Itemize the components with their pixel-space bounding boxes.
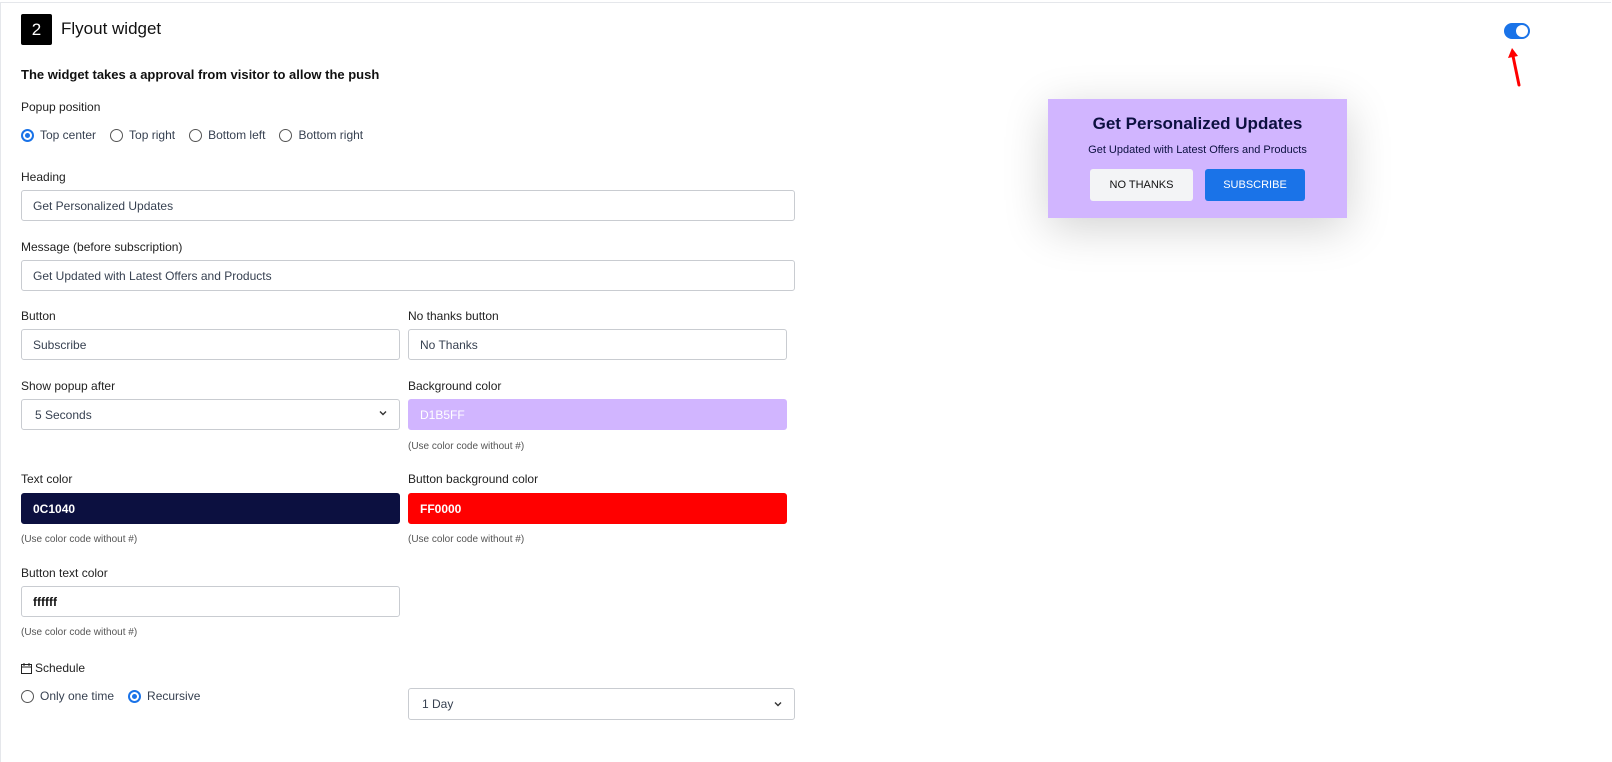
radio-bottom-left[interactable]: Bottom left <box>189 128 265 142</box>
button-label: Button <box>21 309 56 323</box>
schedule-interval-select[interactable]: 1 Day <box>408 688 795 720</box>
popup-position-group: Top center Top right Bottom left Bottom … <box>21 128 377 142</box>
text-color-label: Text color <box>21 472 73 486</box>
button-text-color-hint: (Use color code without #) <box>21 627 138 638</box>
chevron-down-icon <box>379 411 387 416</box>
calendar-icon <box>21 662 32 674</box>
text-color-hint: (Use color code without #) <box>21 534 138 545</box>
preview-no-thanks-button[interactable]: NO THANKS <box>1090 169 1193 201</box>
radio-recursive[interactable]: Recursive <box>128 689 200 703</box>
button-text-color-label: Button text color <box>21 566 108 580</box>
schedule-heading: Schedule <box>21 661 85 675</box>
button-text-input[interactable]: Subscribe <box>21 329 400 360</box>
background-color-hint: (Use color code without #) <box>408 441 525 452</box>
radio-top-right[interactable]: Top right <box>110 128 175 142</box>
widget-settings-panel <box>0 2 1611 762</box>
heading-input[interactable]: Get Personalized Updates <box>21 190 795 221</box>
text-color-input[interactable]: 0C1040 <box>21 493 400 524</box>
radio-only-one-time[interactable]: Only one time <box>21 689 114 703</box>
annotation-arrow-icon <box>1508 48 1521 87</box>
button-text-color-input[interactable]: ffffff <box>21 586 400 617</box>
radio-button[interactable] <box>279 128 293 142</box>
preview-subscribe-button[interactable]: SUBSCRIBE <box>1205 169 1305 201</box>
radio-button[interactable] <box>110 128 124 142</box>
preview-heading: Get Personalized Updates <box>1092 114 1303 133</box>
message-label: Message (before subscription) <box>21 240 183 254</box>
show-after-value: 5 Seconds <box>35 407 92 422</box>
message-input[interactable]: Get Updated with Latest Offers and Produ… <box>21 260 795 291</box>
chevron-down-icon <box>774 702 782 707</box>
background-color-label: Background color <box>408 379 502 393</box>
show-after-select[interactable]: 5 Seconds <box>21 399 400 430</box>
button-bg-color-hint: (Use color code without #) <box>408 534 525 545</box>
radio-bottom-right[interactable]: Bottom right <box>279 128 363 142</box>
radio-button[interactable] <box>21 689 34 703</box>
widget-enable-toggle[interactable] <box>1504 23 1530 39</box>
button-bg-color-input[interactable]: FF0000 <box>408 493 787 524</box>
schedule-label: Schedule <box>35 661 86 675</box>
section-description: The widget takes a approval from visitor… <box>21 67 380 82</box>
show-after-label: Show popup after <box>21 379 116 393</box>
preview-message: Get Updated with Latest Offers and Produ… <box>1088 144 1307 156</box>
step-number-badge: 2 <box>21 14 52 45</box>
radio-top-center[interactable]: Top center <box>21 128 96 142</box>
radio-button[interactable] <box>128 689 142 703</box>
no-thanks-input[interactable]: No Thanks <box>408 329 787 360</box>
schedule-type-group: Only one time Recursive <box>21 689 214 703</box>
heading-label: Heading <box>21 170 66 184</box>
schedule-interval-value: 1 Day <box>422 697 454 711</box>
button-bg-color-label: Button background color <box>408 472 539 486</box>
radio-button[interactable] <box>21 128 34 142</box>
popup-position-label: Popup position <box>21 100 101 114</box>
background-color-input[interactable]: D1B5FF <box>408 399 787 430</box>
section-title: Flyout widget <box>61 19 162 38</box>
no-thanks-label: No thanks button <box>408 309 499 323</box>
flyout-preview: Get Personalized Updates Get Updated wit… <box>1048 99 1347 218</box>
radio-button[interactable] <box>189 128 203 142</box>
